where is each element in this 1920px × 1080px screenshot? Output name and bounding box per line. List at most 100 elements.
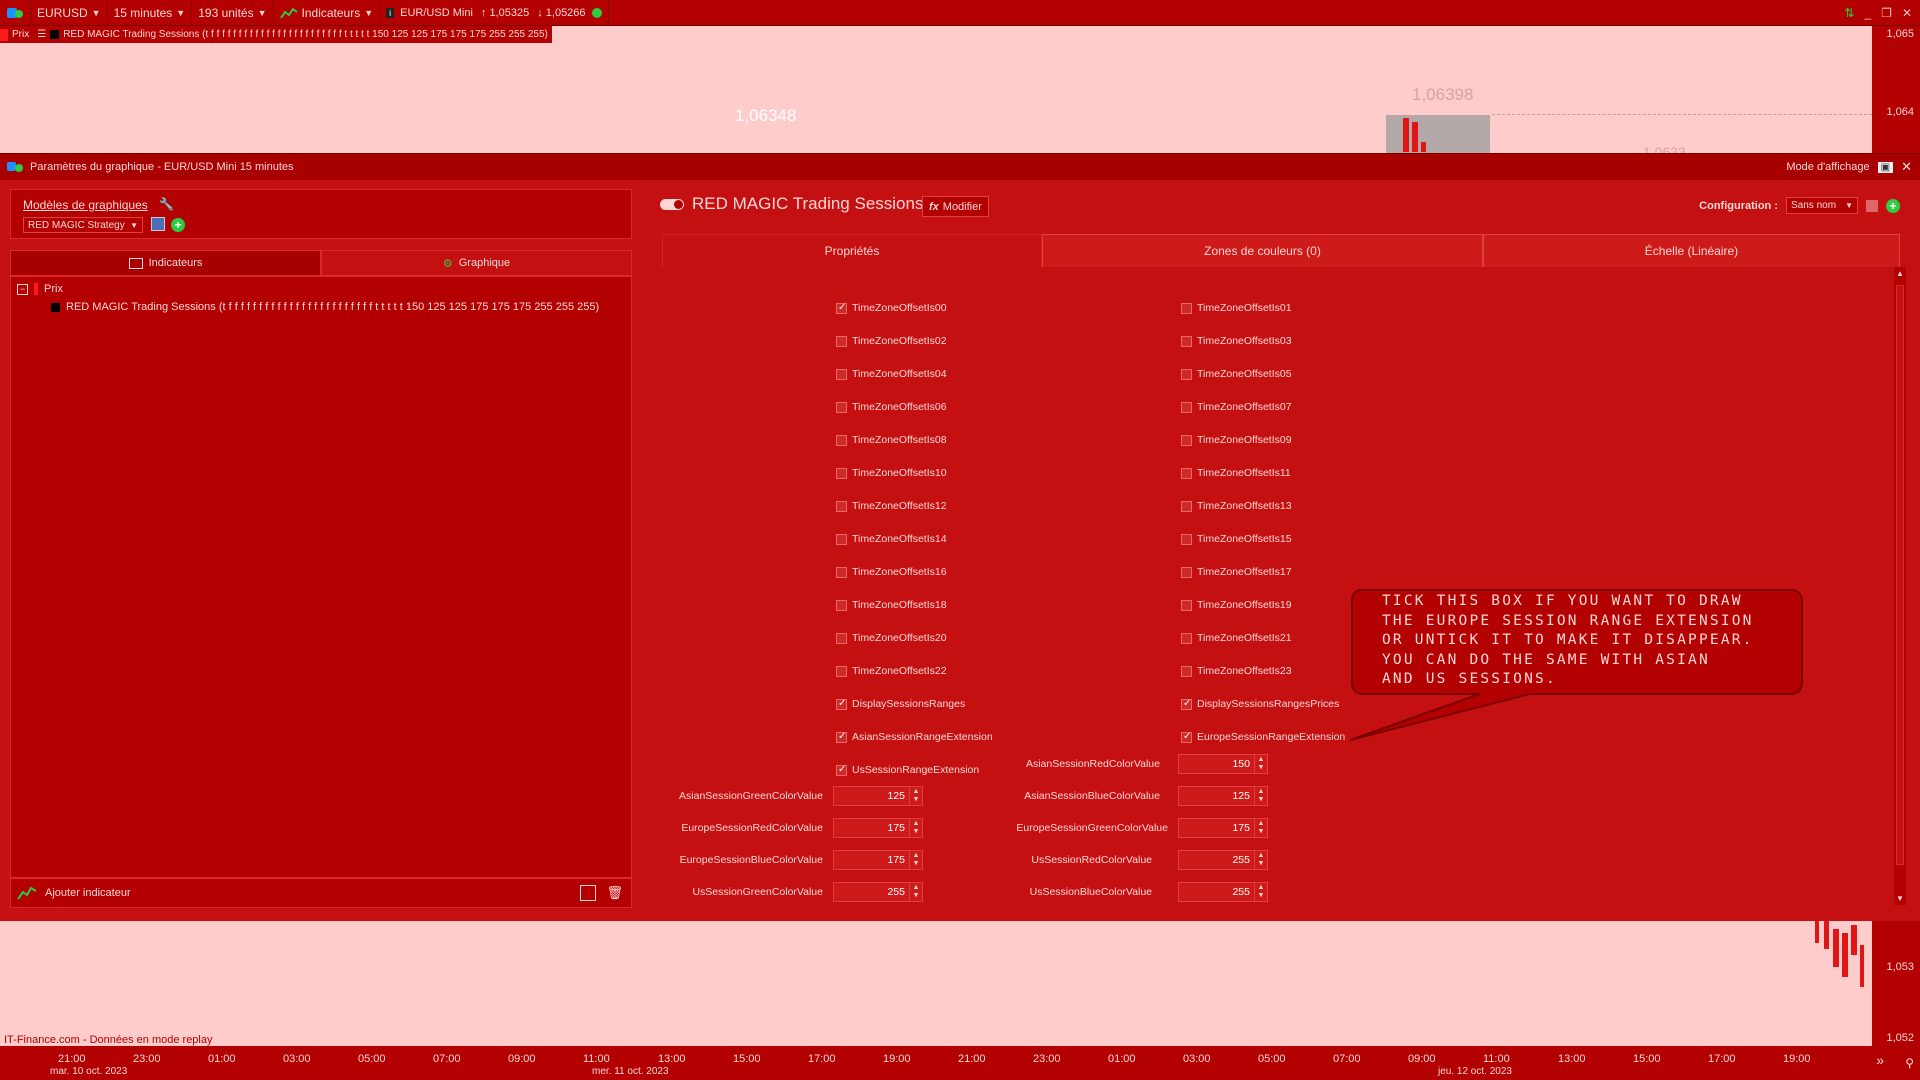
checkbox[interactable] (1181, 698, 1192, 710)
duplicate-icon[interactable] (580, 885, 597, 901)
checkbox[interactable] (1181, 665, 1192, 677)
scroll-right-icon[interactable]: » (1876, 1052, 1884, 1068)
add-indicator-icon[interactable] (17, 885, 37, 901)
spinner-icon[interactable]: ▲ ▼ (1254, 819, 1267, 837)
price-chart-top[interactable]: 1,06348 1,06398 1,0633 (0, 26, 1872, 153)
zoom-icon[interactable]: ⚲ (1905, 1056, 1914, 1070)
checkbox[interactable] (836, 533, 847, 545)
spinner-icon[interactable]: ▲ ▼ (909, 851, 922, 869)
scroll-thumb[interactable] (1896, 285, 1904, 865)
tab-properties[interactable]: Propriétés (662, 234, 1042, 267)
checkbox[interactable] (1181, 467, 1192, 479)
numeric-input[interactable]: 125 ▲ ▼ (1178, 786, 1268, 806)
app-logo-icon[interactable] (0, 0, 31, 26)
checkbox[interactable] (836, 698, 847, 710)
spinner-icon[interactable]: ▲ ▼ (909, 819, 922, 837)
trash-icon[interactable]: 🗑 (606, 885, 623, 901)
checkbox[interactable] (836, 467, 847, 479)
save-icon[interactable] (1866, 199, 1878, 212)
tab-color-zones[interactable]: Zones de couleurs (0) (1042, 234, 1483, 267)
minimize-icon[interactable]: _ (1864, 6, 1871, 20)
indicators-menu[interactable]: Indicateurs ▼ (274, 0, 381, 26)
legend-prix[interactable]: Prix (8, 29, 33, 40)
templates-title[interactable]: Modèles de graphiques (23, 198, 148, 212)
tree-item-indicator[interactable]: RED MAGIC Trading Sessions (t f f f f f … (51, 301, 599, 313)
spinner-icon[interactable]: ▲ ▼ (1254, 851, 1267, 869)
checkbox-row[interactable]: TimeZoneOffsetIs12 (836, 500, 947, 512)
checkbox-row[interactable]: TimeZoneOffsetIs01 (1181, 302, 1292, 314)
checkbox-row[interactable]: TimeZoneOffsetIs11 (1181, 467, 1291, 479)
checkbox-row[interactable]: TimeZoneOffsetIs14 (836, 533, 947, 545)
numeric-input[interactable]: 255 ▲ ▼ (1178, 882, 1268, 902)
checkbox-row[interactable]: TimeZoneOffsetIs06 (836, 401, 947, 413)
tab-chart[interactable]: ⚙ Graphique (321, 250, 632, 276)
units-selector[interactable]: 193 unités ▼ (192, 0, 274, 26)
spinner-icon[interactable]: ▲ ▼ (909, 883, 922, 901)
spinner-icon[interactable]: ▲ ▼ (1254, 787, 1267, 805)
properties-scrollbar[interactable]: ▲ ▼ (1894, 267, 1906, 905)
checkbox[interactable] (836, 434, 847, 446)
checkbox-row[interactable]: TimeZoneOffsetIs05 (1181, 368, 1292, 380)
checkbox-row[interactable]: TimeZoneOffsetIs19 (1181, 599, 1292, 611)
add-template-icon[interactable]: + (171, 218, 185, 232)
checkbox-row[interactable]: TimeZoneOffsetIs02 (836, 335, 947, 347)
checkbox-row[interactable]: TimeZoneOffsetIs09 (1181, 434, 1292, 446)
checkbox[interactable] (836, 731, 847, 743)
checkbox[interactable] (1181, 368, 1192, 380)
checkbox[interactable] (836, 401, 847, 413)
save-icon[interactable] (151, 217, 165, 231)
checkbox[interactable] (836, 665, 847, 677)
price-axis-bottom[interactable]: 1,053 1,052 (1872, 921, 1920, 1046)
checkbox[interactable] (1181, 401, 1192, 413)
checkbox-row[interactable]: TimeZoneOffsetIs08 (836, 434, 947, 446)
indicator-toggle[interactable] (660, 198, 684, 210)
checkbox[interactable] (836, 368, 847, 380)
checkbox[interactable] (1181, 632, 1192, 644)
checkbox[interactable] (1181, 566, 1192, 578)
checkbox-row[interactable]: TimeZoneOffsetIs23 (1181, 665, 1292, 677)
checkbox-row[interactable]: TimeZoneOffsetIs16 (836, 566, 947, 578)
checkbox-row[interactable]: TimeZoneOffsetIs04 (836, 368, 947, 380)
price-chart-bottom[interactable]: IT-Finance.com - Données en mode replay (0, 921, 1872, 1046)
add-config-icon[interactable]: + (1886, 198, 1900, 213)
checkbox[interactable] (1181, 302, 1192, 314)
checkbox-row[interactable]: DisplaySessionsRanges (836, 698, 965, 710)
checkbox[interactable] (1181, 533, 1192, 545)
checkbox[interactable] (1181, 731, 1192, 743)
checkbox[interactable] (1181, 335, 1192, 347)
sync-icon[interactable]: ⇅ (1844, 6, 1854, 20)
list-icon[interactable]: ☰ (33, 29, 50, 40)
checkbox-row[interactable]: TimeZoneOffsetIs18 (836, 599, 947, 611)
tab-indicators[interactable]: Indicateurs (10, 250, 321, 276)
checkbox-row[interactable]: TimeZoneOffsetIs13 (1181, 500, 1292, 512)
checkbox-row[interactable]: TimeZoneOffsetIs00 (836, 302, 947, 314)
numeric-input[interactable]: 175 ▲ ▼ (833, 818, 923, 838)
checkbox[interactable] (836, 335, 847, 347)
timeframe-selector[interactable]: 15 minutes ▼ (108, 0, 193, 26)
numeric-input[interactable]: 175 ▲ ▼ (833, 850, 923, 870)
scroll-up-icon[interactable]: ▲ (1896, 269, 1904, 278)
checkbox[interactable] (1181, 434, 1192, 446)
time-axis[interactable]: » ⚲ 21:00 23:00 01:00 03:00 05:00 07:00 09:00 1… (0, 1046, 1920, 1080)
price-axis-top[interactable]: 1,065 1,064 (1872, 26, 1920, 153)
restore-icon[interactable]: ❐ (1881, 6, 1892, 20)
collapse-icon[interactable]: − (17, 283, 28, 295)
close-icon[interactable]: ✕ (1902, 6, 1912, 20)
checkbox-row[interactable]: TimeZoneOffsetIs20 (836, 632, 947, 644)
numeric-input[interactable]: 255 ▲ ▼ (1178, 850, 1268, 870)
spinner-icon[interactable]: ▲ ▼ (1254, 883, 1267, 901)
wrench-icon[interactable]: 🔧 (159, 197, 174, 211)
spinner-icon[interactable]: ▲ ▼ (1254, 755, 1267, 773)
checkbox[interactable] (836, 764, 847, 776)
checkbox-row[interactable]: TimeZoneOffsetIs03 (1181, 335, 1292, 347)
numeric-input[interactable]: 150 ▲ ▼ (1178, 754, 1268, 774)
checkbox-row[interactable]: TimeZoneOffsetIs07 (1181, 401, 1292, 413)
checkbox[interactable] (836, 599, 847, 611)
numeric-input[interactable]: 125 ▲ ▼ (833, 786, 923, 806)
numeric-input[interactable]: 255 ▲ ▼ (833, 882, 923, 902)
display-mode-icon[interactable]: ▣ (1877, 161, 1894, 173)
checkbox-row[interactable]: TimeZoneOffsetIs22 (836, 665, 947, 677)
template-select[interactable]: RED MAGIC Strategy ▼ (23, 217, 143, 233)
add-indicator-button[interactable]: Ajouter indicateur (45, 887, 131, 899)
checkbox-row[interactable]: UsSessionRangeExtension (836, 764, 979, 776)
